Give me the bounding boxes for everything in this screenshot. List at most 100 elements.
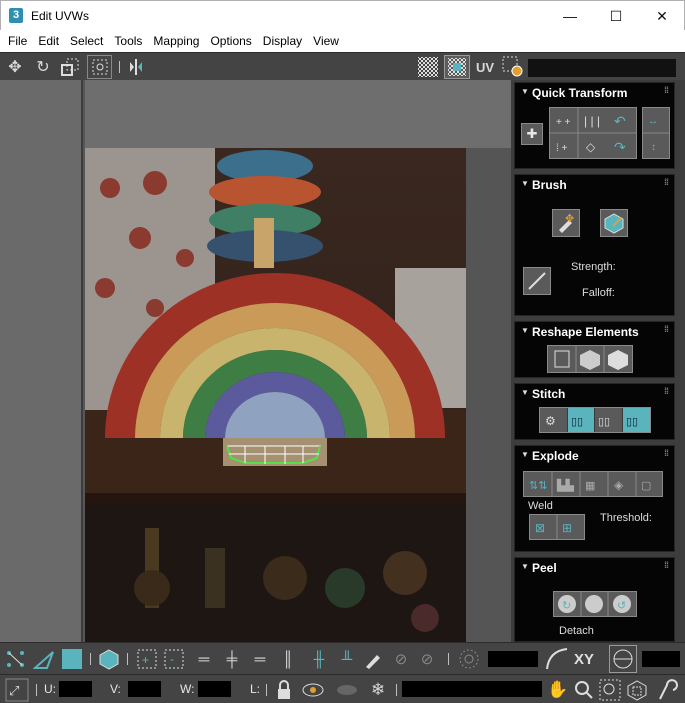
stitch-tools-group[interactable]: ⚙ ▯▯ ▯▯ ▯▯ <box>539 407 651 433</box>
coordinate-space-label[interactable]: XY <box>574 651 594 668</box>
menu-file[interactable]: File <box>2 30 32 52</box>
reshape-header[interactable]: ▼ Reshape Elements ⁞⁞ <box>515 322 674 340</box>
falloff-curve-icon[interactable] <box>544 647 570 671</box>
freeform-icon[interactable] <box>87 55 112 79</box>
reshape-tools-group[interactable] <box>547 345 633 373</box>
explode-header[interactable]: ▼ Explode ⁞⁞ <box>515 446 674 464</box>
separator <box>36 684 37 696</box>
close-button[interactable]: ✕ <box>639 1 685 31</box>
svg-text:▢: ▢ <box>641 480 651 492</box>
vertex-select-icon[interactable] <box>3 647 29 671</box>
shrink-selection-icon[interactable]: - <box>162 647 186 671</box>
peel-tools-group[interactable]: ↻ ↺ <box>553 591 637 617</box>
edge-select-icon[interactable] <box>32 647 56 671</box>
ring-select-icon[interactable]: ║ <box>278 647 298 671</box>
falloff-value-field[interactable] <box>488 651 538 667</box>
menu-edit[interactable]: Edit <box>32 30 64 52</box>
paint-move-icon[interactable]: ✥ <box>552 209 580 237</box>
stitch-header[interactable]: ▼ Stitch ⁞⁞ <box>515 384 674 402</box>
svg-text:↷: ↷ <box>614 139 626 155</box>
menu-mapping[interactable]: Mapping <box>147 30 204 52</box>
minimize-button[interactable]: — <box>547 1 593 31</box>
brush-rollout: ▼ Brush ⁞⁞ ✥ Strength: Falloff: <box>514 174 675 316</box>
scale-icon[interactable] <box>59 56 81 78</box>
ring-grow-icon[interactable]: ╫ <box>308 647 330 671</box>
element-select-icon[interactable] <box>97 647 121 671</box>
uv-switch-icon[interactable]: UV <box>472 56 498 78</box>
separator <box>127 653 128 665</box>
zoom-region-icon[interactable] <box>598 677 622 702</box>
separator <box>90 653 91 665</box>
menu-select[interactable]: Select <box>64 30 108 52</box>
soft-selection-icon[interactable] <box>456 647 482 671</box>
svg-text:⁞ +: ⁞ + <box>556 143 568 154</box>
peel-header[interactable]: ▼ Peel ⁞⁞ <box>515 558 674 576</box>
u-field[interactable] <box>59 681 92 697</box>
space-tools-group[interactable]: ↔ ↕ <box>642 107 670 159</box>
brush-shape-icon[interactable] <box>523 267 551 295</box>
pan-icon[interactable]: ✋ <box>546 677 570 702</box>
loop-shrink-icon[interactable]: ═ <box>248 647 272 671</box>
svg-text:✥: ✥ <box>565 213 574 225</box>
weld-tools-group[interactable]: ⊠ ⊞ <box>529 514 585 540</box>
svg-text:▙▙: ▙▙ <box>556 478 574 492</box>
menu-display[interactable]: Display <box>257 30 307 52</box>
menu-options[interactable]: Options <box>204 30 256 52</box>
face-select-icon[interactable] <box>60 647 84 671</box>
svg-text:⇅⇅: ⇅⇅ <box>529 480 547 492</box>
brush-header[interactable]: ▼ Brush ⁞⁞ <box>515 175 674 193</box>
weld-label: Weld <box>528 500 553 512</box>
explode-tools-group[interactable]: ⇅⇅ ▙▙ ▦ ◈ ▢ <box>523 471 663 497</box>
v-field[interactable] <box>128 681 161 697</box>
rotate-icon[interactable]: ↻ <box>32 56 54 78</box>
mirror-icon[interactable] <box>125 56 147 78</box>
grip-icon: ⁞⁞ <box>664 560 669 570</box>
hide-icon[interactable] <box>300 677 326 702</box>
w-field[interactable] <box>198 681 231 697</box>
reshape-title: Reshape Elements <box>532 325 639 339</box>
zoom-extents-icon[interactable] <box>624 677 650 702</box>
edge-distance-icon[interactable] <box>609 645 637 673</box>
svg-text:+: + <box>142 653 149 667</box>
menu-view[interactable]: View <box>307 30 344 52</box>
loop-grow-icon[interactable]: ╪ <box>220 647 244 671</box>
brush-title: Brush <box>532 178 567 192</box>
paint-shrink-icon[interactable]: ⊘ <box>416 647 438 671</box>
edge-distance-field[interactable] <box>642 651 680 667</box>
strength-label: Strength: <box>571 261 616 273</box>
detach-label: Detach <box>559 625 594 637</box>
title-bar: 3 Edit UVWs — ☐ ✕ <box>0 0 685 30</box>
svg-text:+ +: + + <box>556 117 571 128</box>
absolute-offset-icon[interactable]: ⤢ <box>4 677 30 702</box>
paint-select-icon[interactable] <box>362 647 384 671</box>
collapse-icon: ▼ <box>521 179 529 188</box>
texture-icon[interactable] <box>444 55 470 79</box>
menu-tools[interactable]: Tools <box>108 30 147 52</box>
svg-text:⤢: ⤢ <box>9 683 19 698</box>
grow-selection-icon[interactable]: + <box>135 647 159 671</box>
lock-icon[interactable] <box>273 677 295 702</box>
paint-grow-icon[interactable]: ⊘ <box>390 647 412 671</box>
freeze-icon[interactable]: ❄ <box>366 677 390 702</box>
loop-select-icon[interactable]: ═ <box>192 647 216 671</box>
maximize-button[interactable]: ☐ <box>593 1 639 31</box>
move-icon[interactable]: ✥ <box>4 56 26 78</box>
collapse-icon: ▼ <box>521 450 529 459</box>
pivot-icon[interactable]: ✚ <box>521 123 543 145</box>
ring-shrink-icon[interactable]: ╨ <box>336 647 358 671</box>
threshold-label: Threshold: <box>600 512 652 524</box>
viewport-grid-right <box>466 148 511 642</box>
svg-text:⊠: ⊠ <box>535 521 545 535</box>
checker-icon[interactable] <box>416 55 440 79</box>
zoom-icon[interactable] <box>572 677 596 702</box>
quick-transform-title: Quick Transform <box>532 86 628 100</box>
texture-dropdown[interactable] <box>528 59 676 77</box>
uv-viewport[interactable] <box>0 80 511 642</box>
relax-brush-icon[interactable] <box>600 209 628 237</box>
settings-icon[interactable] <box>501 55 525 79</box>
align-tools-group[interactable]: + + | | | ↶ ⁞ + ◇ ↷ <box>549 107 637 159</box>
help-icon[interactable] <box>654 677 680 702</box>
quick-transform-header[interactable]: ▼ Quick Transform ⁞⁞ <box>515 83 674 101</box>
falloff-label: Falloff: <box>582 287 615 299</box>
unhide-icon[interactable] <box>334 677 360 702</box>
